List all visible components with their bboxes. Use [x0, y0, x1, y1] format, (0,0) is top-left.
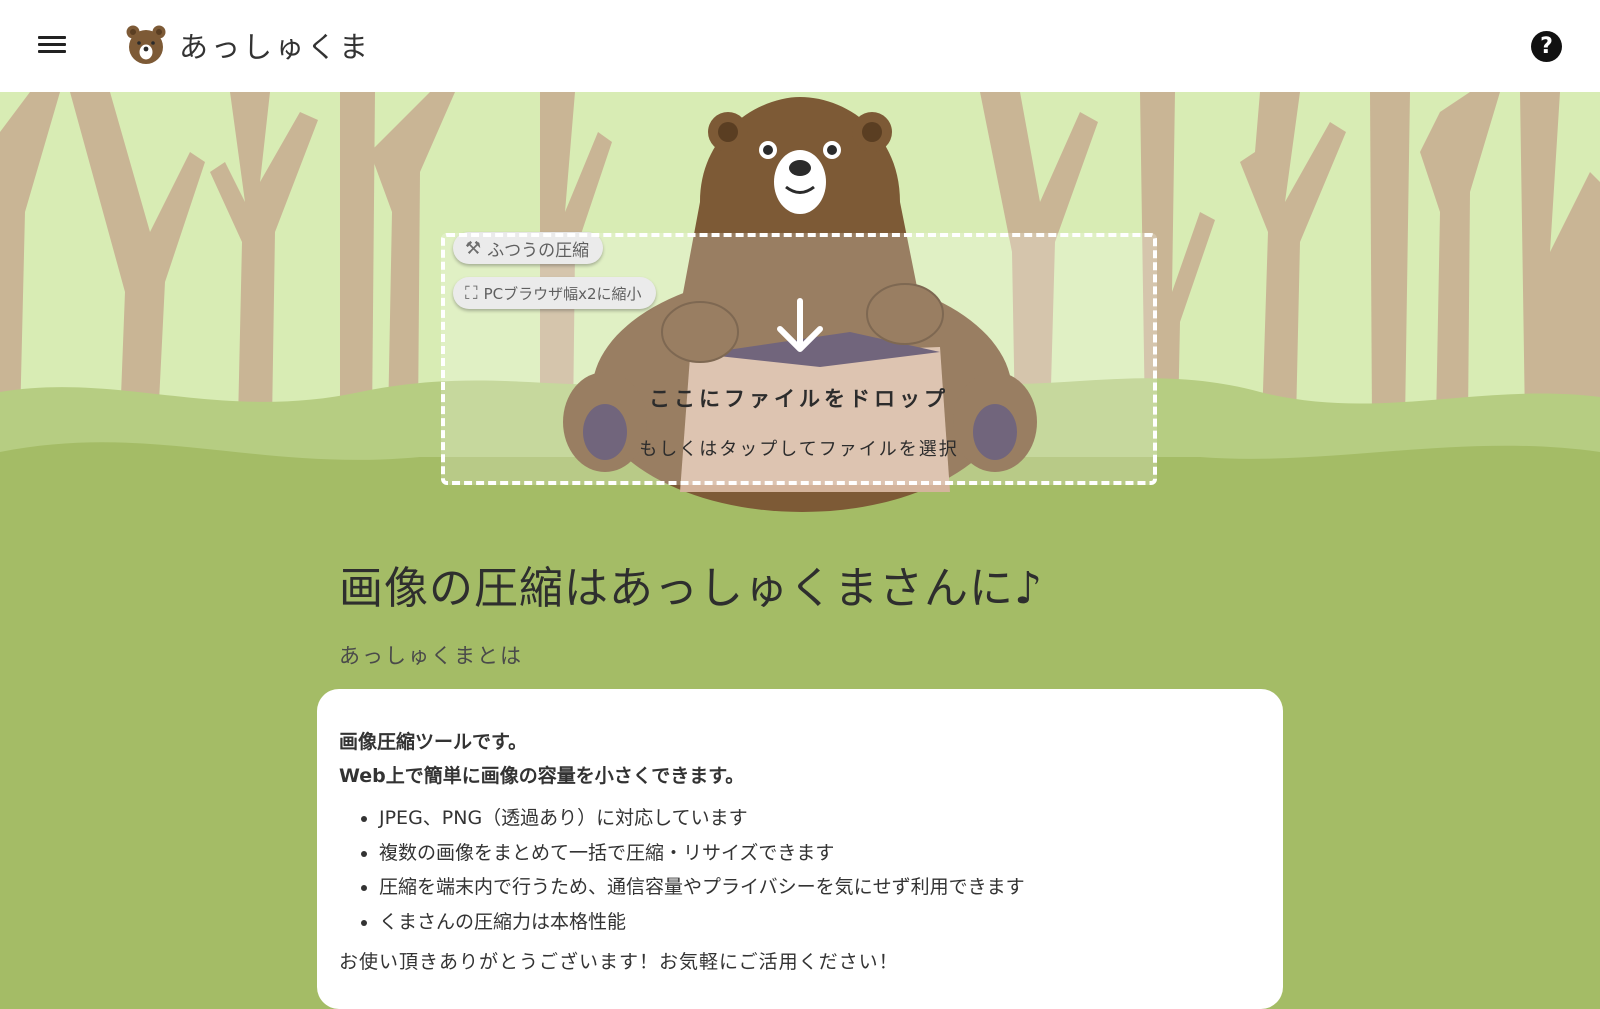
dropzone-main-text: ここにファイルをドロップ — [649, 387, 949, 411]
file-dropzone[interactable]: ここにファイルをドロップ もしくはタップしてファイルを選択 — [441, 233, 1157, 485]
app-header: あっしゅくま ? — [0, 0, 1600, 92]
help-icon[interactable]: ? — [1531, 31, 1562, 62]
about-card: 画像圧縮ツールです。 Web上で簡単に画像の容量を小さくできます。 JPEG、P… — [317, 689, 1283, 1009]
about-heading: あっしゅくまとは — [339, 644, 523, 668]
dropzone-sub-text: もしくはタップしてファイルを選択 — [639, 439, 959, 460]
intro-line: 画像圧縮ツールです。 — [339, 731, 528, 753]
intro-line: Web上で簡単に画像の容量を小さくできます。 — [339, 765, 745, 787]
feature-item: JPEG、PNG（透過あり）に対応しています — [379, 801, 1261, 836]
app-logo[interactable]: あっしゅくま — [125, 24, 371, 66]
bear-face-icon — [126, 25, 166, 64]
hamburger-menu-icon[interactable] — [36, 32, 68, 60]
feature-list: JPEG、PNG（透過あり）に対応しています 複数の画像をまとめて一括で圧縮・リ… — [339, 801, 1261, 939]
thanks-message: お使い頂きありがとうございます！お気軽にご活用ください！ — [339, 951, 899, 973]
feature-item: くまさんの圧縮力は本格性能 — [379, 905, 1261, 940]
page-title: 画像の圧縮はあっしゅくまさんに♪ — [339, 563, 1044, 614]
feature-item: 複数の画像をまとめて一括で圧縮・リサイズできます — [379, 836, 1261, 871]
app-name: あっしゅくま — [179, 30, 372, 64]
feature-item: 圧縮を端末内で行うため、通信容量やプライバシーを気にせず利用できます — [379, 870, 1261, 905]
arrow-down-icon — [777, 298, 823, 352]
